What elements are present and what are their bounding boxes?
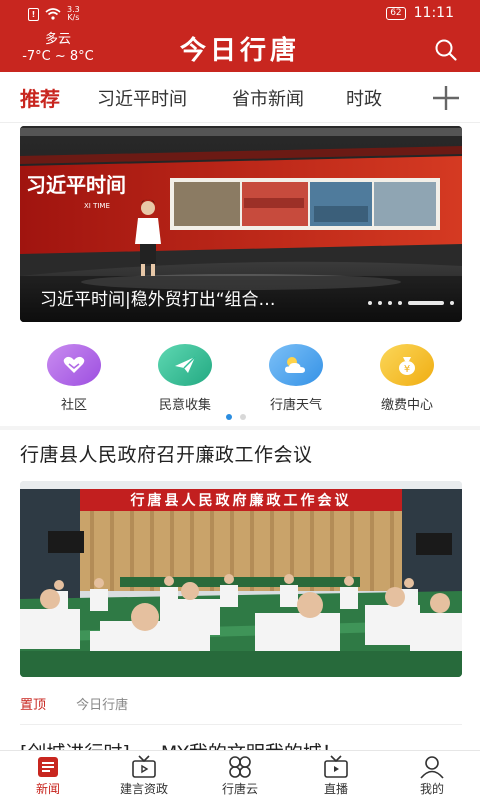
news-meta: 置顶 今日行唐 (20, 694, 128, 713)
quick-entry-payment[interactable]: ¥ 缴费中心 (362, 338, 452, 413)
app-title: 今日行唐 (179, 36, 300, 66)
banner-overlay-title: 习近平时间 (26, 173, 126, 197)
carousel-dot (450, 301, 454, 305)
tab-recommended[interactable]: 推荐 (20, 83, 60, 112)
channel-tabs: 推荐 习近平时间 省市新闻 时政 (0, 72, 480, 123)
nav-cloud[interactable]: 行唐云 (205, 755, 275, 797)
photo-banner-text: 行唐县人民政府廉政工作会议 (130, 493, 352, 509)
pinned-badge: 置顶 (20, 698, 47, 713)
wifi-icon (45, 8, 61, 20)
headline-carousel[interactable]: 习近平时间 XI TIME 习近平时间|稳外贸打出“组合… (20, 126, 462, 322)
news-source: 今日行唐 (76, 698, 129, 713)
quick-entry-opinion[interactable]: 民意收集 (140, 338, 230, 413)
carousel-dot-active (408, 301, 444, 305)
money-bag-icon: ¥ (380, 344, 434, 386)
quick-entry-community[interactable]: 社区 (29, 338, 119, 413)
pager-dot (240, 414, 246, 420)
nav-live[interactable]: 直播 (301, 755, 371, 797)
nav-label: 直播 (323, 782, 348, 796)
news-icon (38, 757, 58, 777)
news-photo[interactable]: 行唐县人民政府廉政工作会议 (20, 481, 462, 677)
news-title[interactable]: 行唐县人民政府召开廉政工作会议 (20, 440, 460, 467)
news-divider (20, 724, 462, 725)
tab-politics[interactable]: 时政 (346, 85, 382, 111)
status-bar: ! 3.3 K/s 62 11:11 (0, 0, 480, 28)
carousel-dot (398, 301, 402, 305)
nav-label: 我的 (419, 782, 444, 796)
section-divider (0, 426, 480, 430)
nav-label: 新闻 (35, 782, 60, 796)
quick-entry-label: 缴费中心 (380, 398, 433, 413)
carousel-indicator (368, 301, 454, 305)
network-speed: 3.3 K/s (67, 5, 80, 22)
battery-indicator: 62 (386, 6, 406, 20)
cloud-grid-icon (229, 756, 251, 778)
user-icon (420, 756, 444, 779)
tab-province-city-news[interactable]: 省市新闻 (232, 85, 304, 111)
tabs-fade (392, 72, 430, 122)
carousel-dot (378, 301, 382, 305)
nav-label: 行唐云 (221, 782, 258, 796)
quick-entries-pager (226, 414, 246, 420)
search-icon[interactable] (434, 38, 458, 62)
quick-entry-label: 民意收集 (158, 398, 211, 413)
quick-entries: 社区 民意收集 行唐天气 ¥ 缴费中心 (0, 338, 480, 418)
tab-xi-time[interactable]: 习近平时间 (97, 85, 187, 111)
carousel-dot (388, 301, 392, 305)
nav-mine[interactable]: 我的 (397, 755, 467, 797)
paper-plane-icon (158, 344, 212, 386)
quick-entry-label: 行唐天气 (269, 398, 322, 413)
weather-icon (269, 344, 323, 386)
tv-icon (132, 755, 156, 778)
app-header: ! 3.3 K/s 62 11:11 多云 -7°C ~ 8°C 今日行唐 (0, 0, 480, 72)
quick-entry-weather[interactable]: 行唐天气 (251, 338, 341, 413)
live-tv-icon (324, 755, 348, 778)
banner-caption: 习近平时间|稳外贸打出“组合… (40, 290, 276, 310)
nav-suggestions[interactable]: 建言资政 (109, 755, 179, 797)
add-channel-icon[interactable] (430, 85, 462, 111)
bottom-nav: 新闻 建言资政 行唐云 直播 我的 (0, 750, 480, 801)
sim-icon: ! (28, 7, 39, 21)
banner-overlay-subtitle: XI TIME (84, 202, 110, 210)
meeting-photo (20, 481, 462, 677)
nav-label: 建言资政 (119, 782, 168, 796)
nav-news[interactable]: 新闻 (13, 755, 83, 797)
carousel-dot (368, 301, 372, 305)
quick-entry-label: 社区 (60, 398, 87, 413)
status-time: 11:11 (413, 5, 454, 21)
svg-text:¥: ¥ (404, 364, 410, 375)
pager-dot-active (226, 414, 232, 420)
heart-icon (47, 344, 101, 386)
